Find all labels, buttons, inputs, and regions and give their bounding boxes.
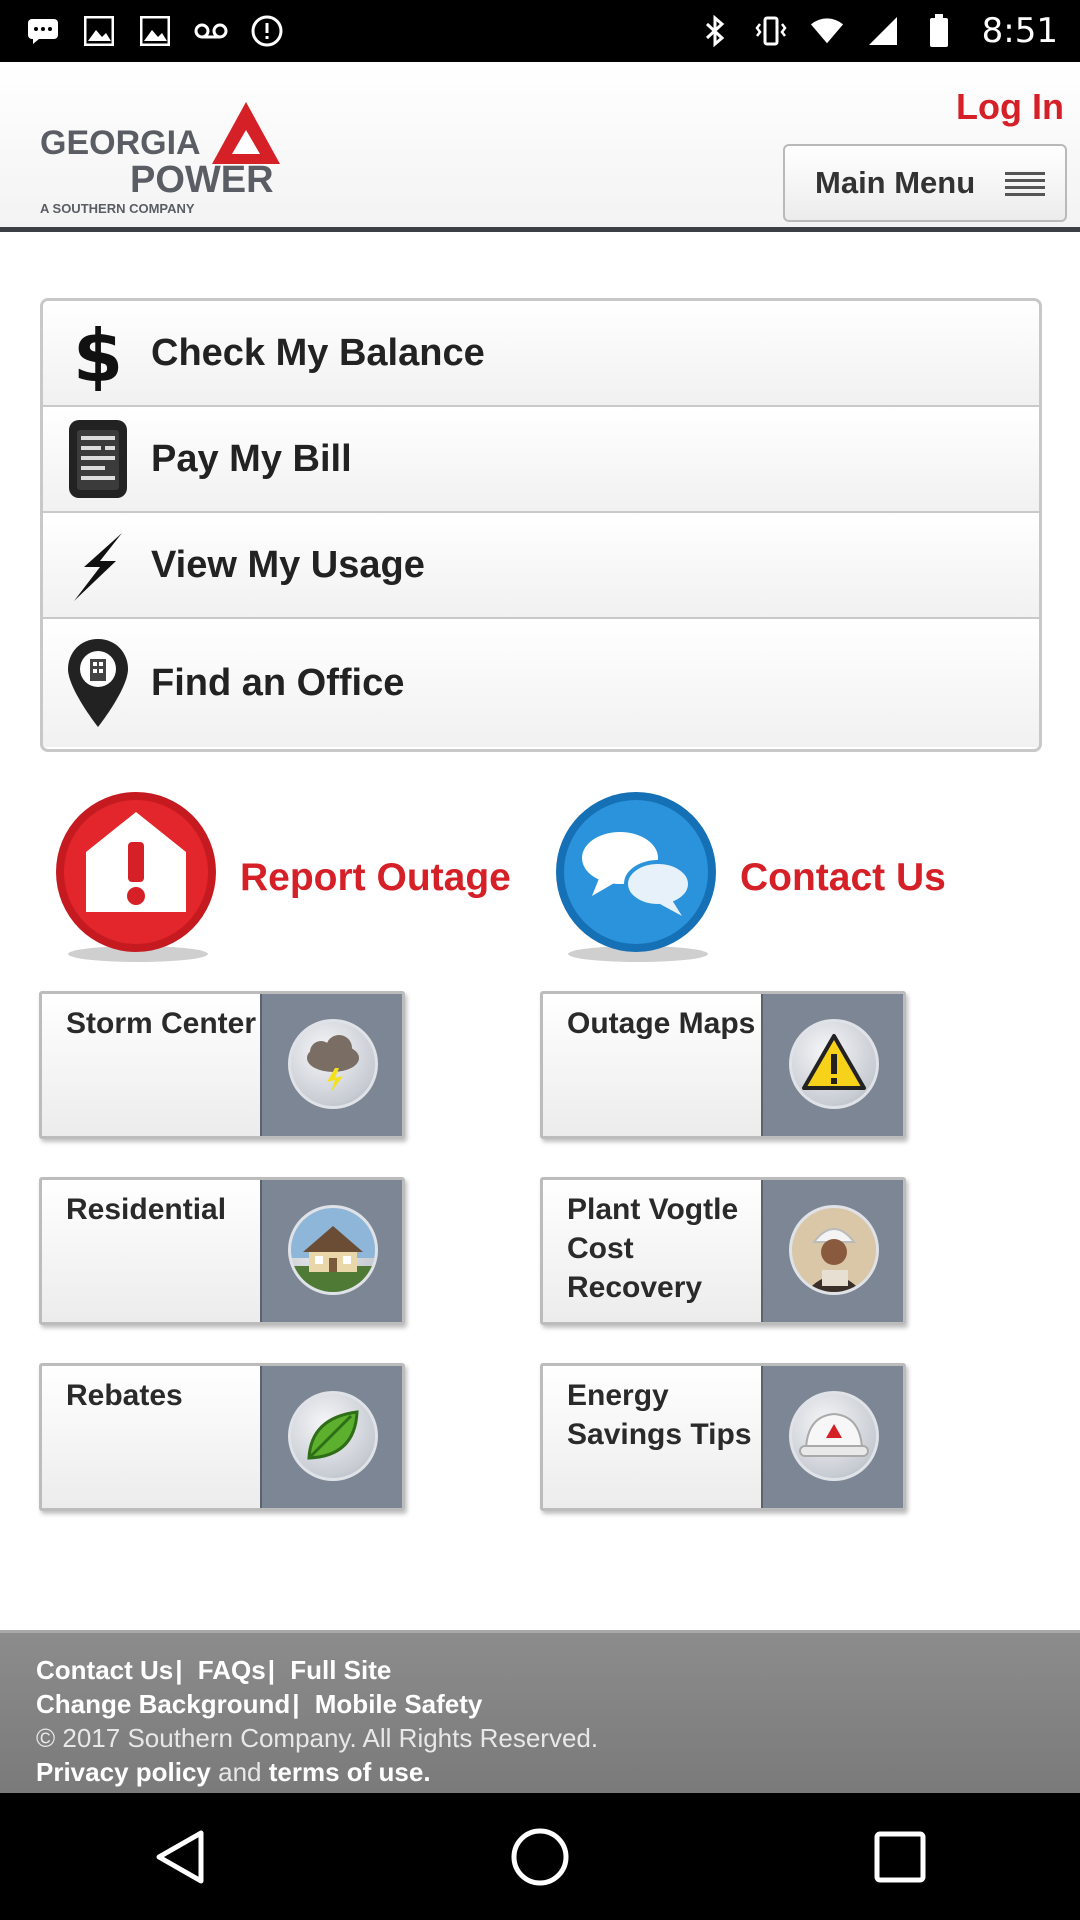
- storm-cloud-icon: [288, 1019, 378, 1109]
- tile-label: Energy Savings Tips: [567, 1379, 752, 1451]
- navigation-bar: [0, 1793, 1080, 1920]
- header: GEORGIA POWER A SOUTHERN COMPANY Log In …: [0, 62, 1080, 232]
- tile-label: Storm Center: [66, 1007, 257, 1040]
- plant-vogtle-tile[interactable]: Plant Vogtle Cost Recovery: [540, 1177, 906, 1325]
- terms-of-use-link[interactable]: terms of use.: [269, 1757, 431, 1787]
- report-outage-icon: [54, 790, 224, 965]
- footer-change-background-link[interactable]: Change Background: [36, 1689, 290, 1719]
- bill-icon: [63, 416, 133, 502]
- clock: 8:51: [981, 11, 1058, 51]
- rebates-tile[interactable]: Rebates: [39, 1363, 405, 1511]
- warning-icon: [789, 1019, 879, 1109]
- svg-text:$: $: [73, 315, 123, 391]
- energy-savings-tile[interactable]: Energy Savings Tips: [540, 1363, 906, 1511]
- check-balance-item[interactable]: $ Check My Balance: [43, 301, 1039, 407]
- footer-mobile-safety-link[interactable]: Mobile Safety: [315, 1689, 483, 1719]
- pay-bill-item[interactable]: Pay My Bill: [43, 407, 1039, 513]
- outage-maps-tile[interactable]: Outage Maps: [540, 991, 906, 1139]
- leaf-icon: [288, 1391, 378, 1481]
- main-menu-button[interactable]: Main Menu: [783, 144, 1067, 222]
- svg-text:GEORGIA: GEORGIA: [40, 124, 201, 162]
- quick-actions-list: $ Check My Balance Pay My Bill View My U…: [40, 298, 1042, 752]
- residential-tile[interactable]: Residential: [39, 1177, 405, 1325]
- report-outage-label: Report Outage: [240, 855, 511, 899]
- home-icon[interactable]: [495, 1812, 585, 1902]
- svg-text:POWER: POWER: [130, 159, 274, 201]
- map-pin-icon: [63, 639, 133, 727]
- contact-us-button[interactable]: Contact Us: [554, 790, 946, 965]
- footer-contact-us-link[interactable]: Contact Us: [36, 1655, 173, 1685]
- chat-bubbles-icon: [554, 790, 724, 965]
- view-usage-item[interactable]: View My Usage: [43, 513, 1039, 619]
- voicemail-icon: [194, 14, 228, 48]
- footer-faqs-link[interactable]: FAQs: [198, 1655, 266, 1685]
- login-link[interactable]: Log In: [956, 86, 1064, 128]
- hardhat-icon: [789, 1391, 879, 1481]
- tile-label: Residential: [66, 1193, 227, 1226]
- status-bar: 8:51: [0, 0, 1080, 62]
- tile-label: Outage Maps: [567, 1007, 756, 1040]
- bluetooth-icon: [698, 14, 732, 48]
- footer: Contact Us| FAQs| Full Site Change Backg…: [0, 1630, 1080, 1793]
- house-icon: [288, 1205, 378, 1295]
- svg-text:A SOUTHERN COMPANY: A SOUTHERN COMPANY: [40, 201, 195, 216]
- privacy-policy-link[interactable]: Privacy policy: [36, 1757, 211, 1787]
- footer-full-site-link[interactable]: Full Site: [290, 1655, 391, 1685]
- battery-icon: [922, 14, 956, 48]
- vibrate-icon: [754, 14, 788, 48]
- copyright-text: © 2017 Southern Company. All Rights Rese…: [36, 1723, 599, 1753]
- info-icon: [250, 14, 284, 48]
- menu-item-label: Find an Office: [151, 661, 405, 704]
- tile-label: Plant Vogtle Cost Recovery: [567, 1193, 739, 1304]
- storm-center-tile[interactable]: Storm Center: [39, 991, 405, 1139]
- dollar-icon: $: [63, 310, 133, 396]
- back-icon[interactable]: [135, 1812, 225, 1902]
- menu-item-label: Check My Balance: [151, 331, 485, 374]
- report-outage-button[interactable]: Report Outage: [54, 790, 511, 965]
- menu-item-label: Pay My Bill: [151, 437, 352, 480]
- photo-icon: [138, 14, 172, 48]
- find-office-item[interactable]: Find an Office: [43, 619, 1039, 747]
- worker-icon: [789, 1205, 879, 1295]
- wifi-icon: [810, 14, 844, 48]
- recent-apps-icon[interactable]: [855, 1812, 945, 1902]
- lightning-icon: [63, 522, 133, 608]
- contact-us-label: Contact Us: [740, 855, 946, 899]
- message-icon: [26, 14, 60, 48]
- hamburger-icon: [1005, 170, 1045, 198]
- menu-item-label: View My Usage: [151, 543, 425, 586]
- main-menu-label: Main Menu: [815, 165, 976, 200]
- georgia-power-logo[interactable]: GEORGIA POWER A SOUTHERN COMPANY: [36, 88, 316, 218]
- tile-label: Rebates: [66, 1379, 183, 1412]
- footer-and-text: and: [218, 1757, 262, 1787]
- signal-icon: [866, 14, 900, 48]
- photo-icon: [82, 14, 116, 48]
